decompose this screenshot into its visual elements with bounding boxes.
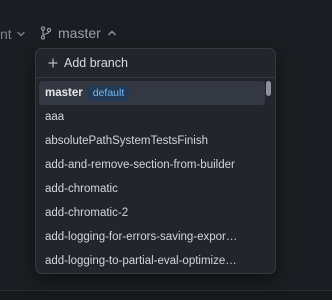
scrollbar-thumb[interactable] — [266, 81, 271, 96]
branch-item[interactable]: add-and-remove-section-from-builder — [39, 153, 265, 177]
add-branch-label: Add branch — [64, 56, 128, 70]
branch-selector[interactable]: master — [40, 25, 117, 41]
branch-item-label: add-logging-for-errors-saving-expor… — [45, 231, 238, 243]
list-scrollbar[interactable] — [266, 81, 271, 264]
branch-item-label: add-logging-to-partial-eval-optimize… — [45, 255, 237, 267]
branch-item-label: add-chromatic-2 — [45, 207, 129, 219]
branch-item[interactable]: add-logging-to-partial-eval-optimize… — [39, 249, 265, 271]
default-badge: default — [87, 85, 130, 101]
branch-item-label: add-chromatic — [45, 183, 118, 195]
branch-item-label: add-and-remove-section-from-builder — [45, 159, 235, 171]
breadcrumb-label: nt — [0, 26, 12, 42]
branch-name: master — [58, 25, 101, 41]
branch-dropdown: Add branch master default aaa absolutePa… — [35, 48, 276, 274]
branch-list: master default aaa absolutePathSystemTes… — [36, 78, 275, 271]
branch-item-master[interactable]: master default — [39, 81, 265, 105]
add-branch-button[interactable]: Add branch — [36, 49, 275, 77]
breadcrumb-left[interactable]: nt — [0, 26, 26, 42]
branch-item[interactable]: add-logging-for-errors-saving-expor… — [39, 225, 265, 249]
top-bar: nt master — [0, 0, 332, 48]
chevron-down-icon — [17, 31, 25, 37]
plus-icon — [48, 58, 58, 68]
branch-item-label: absolutePathSystemTestsFinish — [45, 135, 208, 147]
branch-item-label: aaa — [45, 111, 65, 123]
branch-item[interactable]: absolutePathSystemTestsFinish — [39, 129, 265, 153]
branch-item[interactable]: add-chromatic — [39, 177, 265, 201]
branch-item[interactable]: aaa — [39, 105, 265, 129]
branch-item[interactable]: add-chromatic-2 — [39, 201, 265, 225]
git-branch-icon — [40, 26, 52, 40]
branch-item-label: master — [45, 87, 83, 99]
chevron-up-icon — [108, 30, 116, 36]
